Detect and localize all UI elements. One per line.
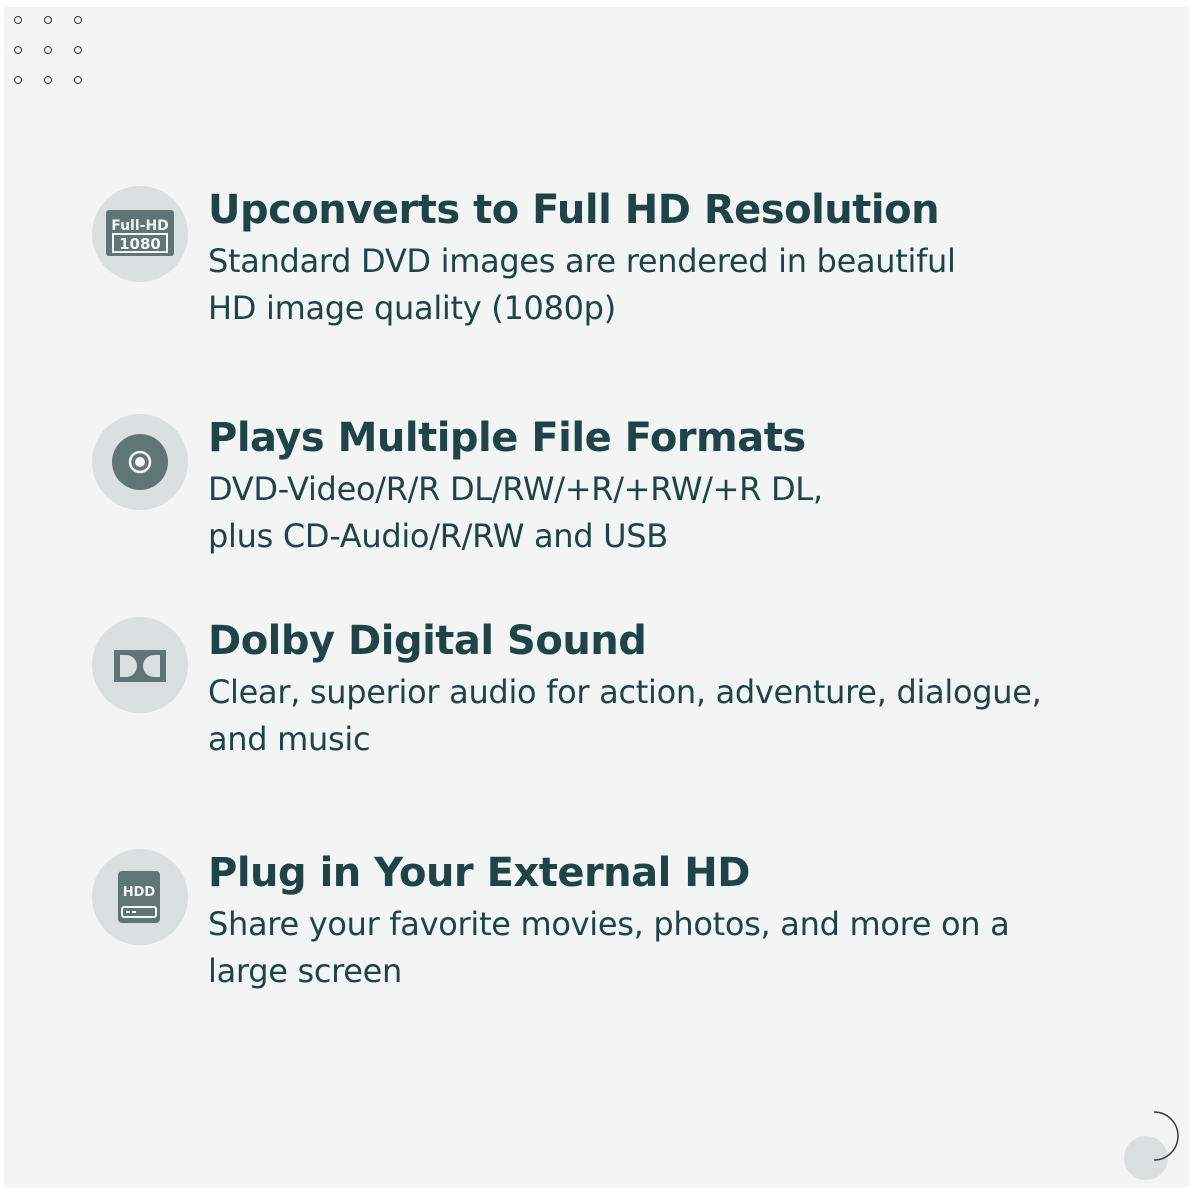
dot — [14, 76, 22, 84]
feature-description-line: large screen — [208, 952, 403, 990]
feature-description-line: and music — [208, 720, 371, 758]
icon-label-hdd: HDD — [123, 885, 156, 900]
dot — [44, 16, 52, 24]
corner-decoration — [1120, 1108, 1184, 1184]
feature-description: DVD-Video/R/R DL/RW/+R/+RW/+R DL, plus CD… — [208, 466, 1108, 560]
feature-description: Standard DVD images are rendered in beau… — [208, 238, 1108, 332]
feature-panel — [4, 7, 1189, 1187]
feature-description: Share your favorite movies, photos, and … — [208, 901, 1108, 995]
feature-description-line: Share your favorite movies, photos, and … — [208, 905, 1010, 943]
hdd-icon: HDD — [92, 849, 188, 945]
disc-icon — [92, 414, 188, 510]
feature-title: Plays Multiple File Formats — [208, 415, 806, 461]
dot — [74, 76, 82, 84]
feature-title: Plug in Your External HD — [208, 850, 750, 896]
icon-label-full-hd: Full-HD — [111, 218, 169, 234]
feature-title: Upconverts to Full HD Resolution — [208, 187, 940, 233]
feature-description-line: Standard DVD images are rendered in beau… — [208, 242, 956, 280]
feature-description-line: plus CD-Audio/R/RW and USB — [208, 517, 668, 555]
dot — [14, 16, 22, 24]
icon-label-1080: 1080 — [119, 235, 161, 253]
feature-description-line: HD image quality (1080p) — [208, 289, 616, 327]
dolby-icon — [92, 617, 188, 713]
dot — [74, 46, 82, 54]
dot — [14, 46, 22, 54]
dot — [74, 16, 82, 24]
feature-description-line: Clear, superior audio for action, advent… — [208, 673, 1042, 711]
dot — [44, 46, 52, 54]
feature-title: Dolby Digital Sound — [208, 618, 647, 664]
feature-description-line: DVD-Video/R/R DL/RW/+R/+RW/+R DL, — [208, 470, 823, 508]
dot-grid-decoration — [14, 16, 88, 90]
feature-description: Clear, superior audio for action, advent… — [208, 669, 1108, 763]
dot — [44, 76, 52, 84]
full-hd-1080-icon: Full-HD 1080 — [92, 186, 188, 282]
